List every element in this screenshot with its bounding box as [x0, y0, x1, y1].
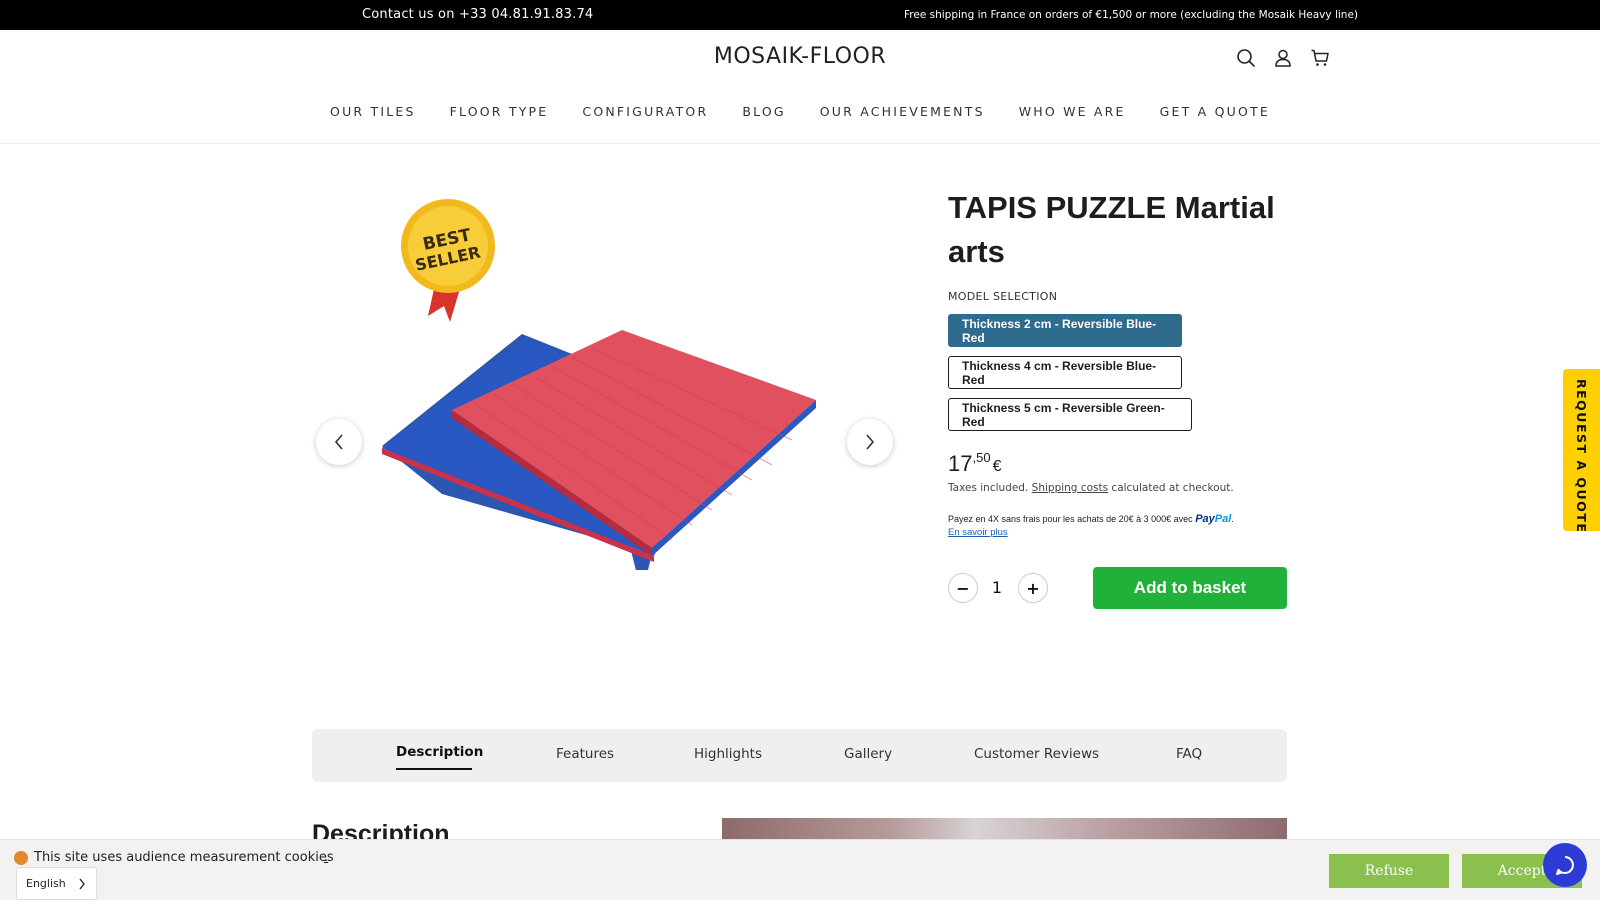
- nav-item-floor-type[interactable]: FLOOR TYPE: [450, 104, 549, 119]
- tab-faq[interactable]: FAQ: [1176, 746, 1202, 762]
- product-gallery: BEST SELLER: [312, 180, 902, 640]
- tax-info: Taxes included. Shipping costs calculate…: [948, 482, 1234, 494]
- nav-item-our-achievements[interactable]: OUR ACHIEVEMENTS: [820, 104, 985, 119]
- cookie-refuse-button[interactable]: Refuse: [1329, 854, 1449, 888]
- nav-item-blog[interactable]: BLOG: [742, 104, 785, 119]
- chat-icon: [1556, 856, 1574, 875]
- chevron-right-icon: [79, 878, 85, 890]
- tab-gallery[interactable]: Gallery: [844, 746, 892, 762]
- chat-widget-button[interactable]: [1543, 843, 1587, 887]
- gallery-next-button[interactable]: [847, 419, 893, 465]
- paypal-logo-pal: Pal: [1214, 513, 1232, 525]
- quantity-decrease-button[interactable]: −: [948, 573, 978, 603]
- cookie-more-link[interactable]: .: [324, 850, 328, 865]
- model-selection-label: MODEL SELECTION: [948, 290, 1058, 303]
- quantity-increase-button[interactable]: +: [1018, 573, 1048, 603]
- tax-suffix: calculated at checkout.: [1111, 482, 1234, 494]
- quantity-input[interactable]: 1: [990, 578, 1004, 597]
- tab-features[interactable]: Features: [556, 746, 614, 762]
- paypal-text: Payez en 4X sans frais pour les achats d…: [948, 514, 1193, 524]
- cookie-message: This site uses audience measurement cook…: [34, 850, 334, 865]
- cookie-consent-bar: This site uses audience measurement cook…: [0, 839, 1600, 900]
- nav-item-configurator[interactable]: CONFIGURATOR: [582, 104, 708, 119]
- nav-item-who-we-are[interactable]: WHO WE ARE: [1019, 104, 1126, 119]
- free-shipping-text: Free shipping in France on orders of €1,…: [904, 9, 1358, 21]
- tax-prefix: Taxes included.: [948, 482, 1029, 494]
- product-price: 17,50€: [948, 450, 1002, 477]
- paypal-installments: Payez en 4X sans frais pour les achats d…: [948, 513, 1234, 525]
- chevron-left-icon: [334, 434, 343, 450]
- language-selector[interactable]: English: [16, 867, 97, 900]
- search-icon[interactable]: [1236, 48, 1256, 68]
- tab-description[interactable]: Description: [396, 744, 483, 760]
- site-logo[interactable]: MOSAIK-FLOOR: [0, 44, 1600, 69]
- language-selected: English: [26, 877, 66, 890]
- chevron-right-icon: [866, 434, 875, 450]
- gallery-prev-button[interactable]: [316, 419, 362, 465]
- variant-option-5cm[interactable]: Thickness 5 cm - Reversible Green-Red: [948, 398, 1192, 431]
- request-quote-side-tab[interactable]: REQUEST A QUOTE: [1563, 369, 1600, 534]
- request-quote-label: REQUEST A QUOTE: [1574, 379, 1589, 534]
- nav-item-get-a-quote[interactable]: GET A QUOTE: [1160, 104, 1270, 119]
- tab-highlights[interactable]: Highlights: [694, 746, 762, 762]
- contact-phone-text[interactable]: Contact us on +33 04.81.91.83.74: [362, 7, 593, 22]
- variant-option-2cm[interactable]: Thickness 2 cm - Reversible Blue-Red: [948, 314, 1182, 347]
- header-icons: [1236, 48, 1330, 68]
- paypal-learn-more-link[interactable]: En savoir plus: [948, 527, 1008, 538]
- paypal-logo: PayPal: [1195, 513, 1231, 525]
- price-integer: 17: [948, 451, 973, 476]
- header-divider: [0, 143, 1600, 144]
- nav-item-our-tiles[interactable]: OUR TILES: [330, 104, 416, 119]
- announcement-bar: Contact us on +33 04.81.91.83.74 Free sh…: [0, 0, 1600, 30]
- product-title: TAPIS PUZZLE Martial arts: [948, 190, 1275, 269]
- best-seller-badge: BEST SELLER: [401, 199, 495, 322]
- tab-customer-reviews[interactable]: Customer Reviews: [974, 746, 1099, 762]
- cart-icon[interactable]: [1310, 48, 1330, 68]
- active-tab-underline: [396, 768, 472, 770]
- main-navigation: OUR TILES FLOOR TYPE CONFIGURATOR BLOG O…: [0, 104, 1600, 119]
- product-image: [382, 330, 816, 570]
- account-icon[interactable]: [1273, 48, 1293, 68]
- add-to-basket-button[interactable]: Add to basket: [1093, 567, 1287, 609]
- paypal-logo-pay: Pay: [1195, 513, 1215, 525]
- shipping-costs-link[interactable]: Shipping costs: [1032, 482, 1108, 494]
- cookie-icon: [14, 851, 28, 865]
- product-tabs: Description Features Highlights Gallery …: [312, 729, 1287, 782]
- price-currency: €: [992, 458, 1002, 475]
- variant-option-4cm[interactable]: Thickness 4 cm - Reversible Blue-Red: [948, 356, 1182, 389]
- price-cents: ,50: [972, 450, 991, 465]
